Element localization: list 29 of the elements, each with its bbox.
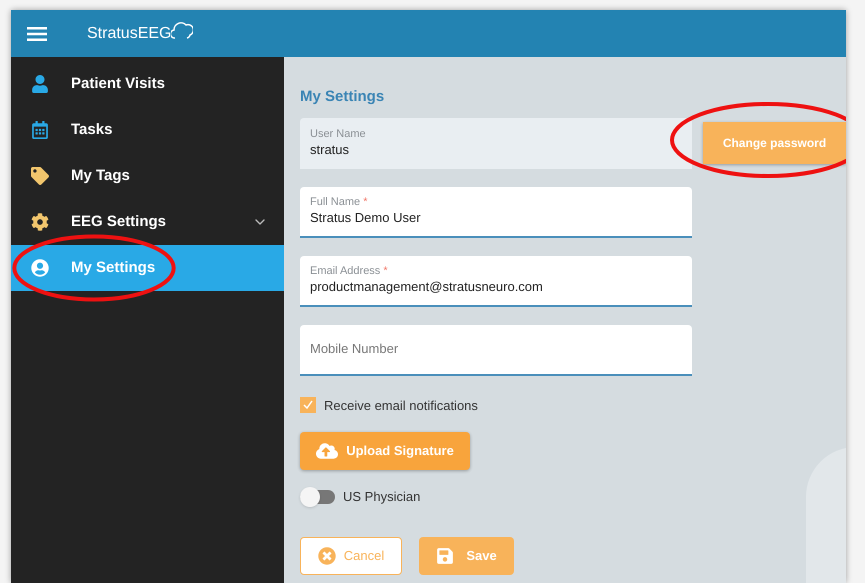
tag-icon: [31, 167, 49, 185]
checkmark-icon: [303, 400, 313, 410]
toggle-switch[interactable]: [300, 490, 335, 504]
close-icon: [318, 546, 336, 564]
mobile-input[interactable]: Mobile Number: [310, 339, 682, 359]
toggle-label: US Physician: [343, 488, 420, 506]
text-field[interactable]: Email Address * productmanagement@stratusneuro.com: [300, 256, 692, 306]
sidebar-item[interactable]: EEG Settings: [11, 199, 284, 245]
text-field[interactable]: Full Name * Stratus Demo User: [300, 186, 692, 238]
field-label: Email Address *: [310, 265, 389, 279]
text-field[interactable]: Mobile Number: [300, 324, 692, 376]
app-logo: StratusEEG: [87, 24, 172, 44]
gear-icon: [31, 213, 49, 231]
page-title: My Settings: [300, 87, 386, 107]
field-value: stratus: [310, 142, 350, 158]
sidebar-item[interactable]: Tasks: [11, 107, 284, 153]
person-icon: [31, 75, 49, 93]
calendar-icon: [31, 121, 49, 139]
sidebar-item[interactable]: Patient Visits: [11, 61, 284, 107]
checkbox-label: Receive email notifications: [324, 396, 478, 414]
field-label: Full Name *: [310, 196, 368, 210]
menu-icon[interactable]: [27, 26, 47, 40]
cloud-icon: [171, 20, 194, 40]
sidebar-item[interactable]: My Tags: [11, 153, 284, 199]
field-value: productmanagement@stratusneuro.com: [310, 278, 544, 295]
field-value: Stratus Demo User: [310, 210, 422, 226]
checkbox[interactable]: [300, 397, 316, 414]
account-icon: [31, 259, 49, 277]
field-label: User Name: [310, 128, 367, 142]
